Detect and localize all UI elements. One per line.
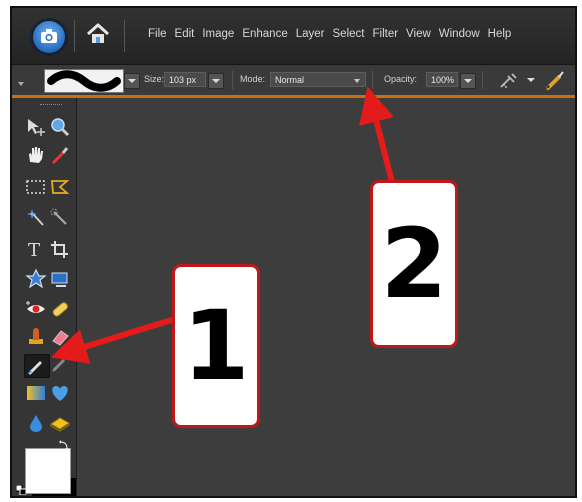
default-colors-icon[interactable] (15, 482, 27, 496)
mode-value: Normal (275, 75, 305, 85)
smart-brush-tool-icon[interactable] (48, 354, 72, 376)
workspace-canvas[interactable] (77, 98, 575, 496)
opacity-slider-toggle[interactable] (460, 73, 476, 89)
options-collapse-icon[interactable] (16, 77, 26, 89)
menu-image[interactable]: Image (202, 28, 234, 40)
menu-bar: File Edit Image Enhance Layer Select Fil… (12, 8, 575, 65)
red-eye-tool-icon[interactable] (24, 298, 48, 320)
camera-glyph (41, 29, 57, 43)
shape-tool-icon[interactable] (48, 382, 72, 404)
svg-text:T: T (28, 240, 40, 260)
quick-selection-tool-icon[interactable] (48, 206, 72, 228)
straighten-tool-icon[interactable] (48, 268, 72, 290)
options-separator (372, 71, 373, 89)
spot-healing-tool-icon[interactable] (48, 298, 72, 320)
brush-settings-dropdown[interactable] (524, 73, 538, 87)
organizer-camera-icon[interactable] (30, 18, 68, 56)
move-tool-icon[interactable] (24, 116, 48, 138)
tool-options-bar: Size: 103 px Mode: Normal Opacity: 100% (12, 65, 575, 98)
menu-separator (124, 20, 125, 52)
eyedropper-tool-icon[interactable] (48, 144, 72, 166)
menu-select[interactable]: Select (333, 28, 365, 40)
blur-tool-icon[interactable] (24, 412, 48, 434)
callout-2: 2 (370, 180, 458, 348)
clone-stamp-tool-icon[interactable] (24, 326, 48, 348)
swap-colors-icon[interactable] (58, 438, 70, 456)
opacity-label: Opacity: (384, 74, 418, 84)
gradient-tool-icon[interactable] (24, 382, 48, 404)
mode-select[interactable]: Normal (270, 72, 366, 87)
menu-edit[interactable]: Edit (175, 28, 195, 40)
menu-file[interactable]: File (148, 28, 167, 40)
app-window: File Edit Image Enhance Layer Select Fil… (10, 6, 577, 498)
airbrush-icon[interactable] (498, 70, 520, 95)
menu-help[interactable]: Help (488, 28, 512, 40)
menu-enhance[interactable]: Enhance (242, 28, 287, 40)
callout-1: 1 (172, 264, 260, 428)
tablet-settings-icon[interactable] (544, 69, 566, 96)
brush-preset-dropdown[interactable] (124, 73, 140, 89)
brush-tool-icon[interactable] (24, 354, 50, 378)
toolbox-grip[interactable] (40, 104, 62, 107)
menu-separator (74, 20, 75, 52)
hand-tool-icon[interactable] (24, 144, 48, 166)
options-separator (232, 71, 233, 89)
home-icon[interactable] (84, 20, 112, 48)
menu-layer[interactable]: Layer (296, 28, 325, 40)
opacity-input[interactable]: 100% (426, 72, 458, 87)
brush-preset-picker[interactable] (44, 69, 124, 93)
options-separator (482, 71, 483, 89)
magic-wand-tool-icon[interactable] (24, 206, 48, 228)
marquee-tool-icon[interactable] (24, 176, 48, 198)
sponge-tool-icon[interactable] (48, 412, 72, 434)
size-slider-toggle[interactable] (208, 73, 224, 89)
crop-tool-icon[interactable] (48, 238, 72, 260)
toolbox: T (12, 98, 77, 496)
brush-stroke-preview (47, 70, 121, 92)
eraser-tool-icon[interactable] (48, 326, 72, 348)
size-label: Size: (144, 74, 165, 84)
menu-view[interactable]: View (406, 28, 431, 40)
menu-filter[interactable]: Filter (372, 28, 398, 40)
mode-label: Mode: (240, 74, 266, 84)
size-input[interactable]: 103 px (164, 72, 206, 87)
zoom-tool-icon[interactable] (48, 116, 72, 138)
type-tool-icon[interactable]: T (24, 238, 48, 261)
menu-window[interactable]: Window (439, 28, 480, 40)
lasso-tool-icon[interactable] (48, 176, 72, 198)
chevron-down-icon (354, 79, 360, 83)
cookie-cutter-tool-icon[interactable] (24, 268, 48, 290)
menu-list: File Edit Image Enhance Layer Select Fil… (148, 28, 519, 40)
